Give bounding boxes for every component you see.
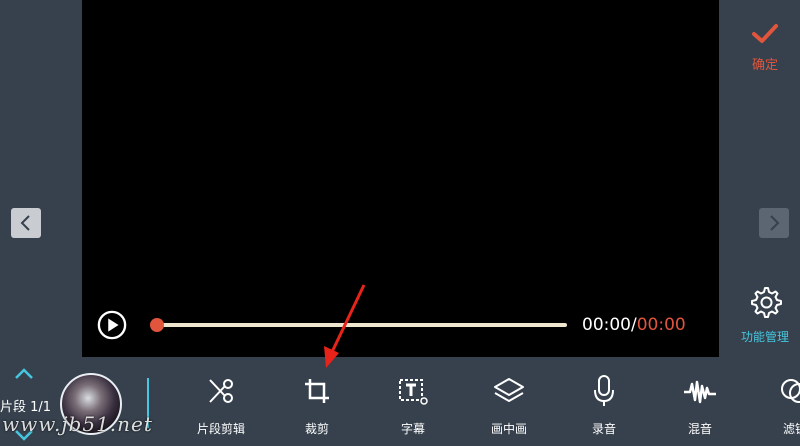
annotation-arrow	[324, 284, 366, 368]
watermark-text: www.jb51.net	[2, 412, 153, 436]
